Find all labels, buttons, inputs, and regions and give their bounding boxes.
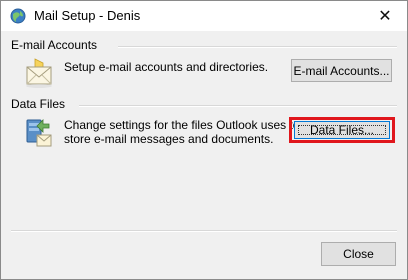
footer-divider: [11, 230, 397, 232]
email-accounts-button[interactable]: E-mail Accounts...: [291, 59, 392, 82]
data-files-group-label: Data Files: [11, 97, 66, 111]
close-button[interactable]: Close: [321, 242, 396, 266]
title-bar: Mail Setup - Denis ✕: [1, 1, 407, 31]
email-accounts-divider: [118, 46, 397, 48]
data-files-button[interactable]: Data Files...: [294, 121, 390, 139]
mail-envelope-icon: [23, 57, 55, 89]
close-icon: ✕: [378, 8, 392, 25]
data-files-description-line2: store e-mail messages and documents.: [64, 132, 274, 146]
outlook-globe-icon: [10, 8, 26, 24]
data-files-description-line1: Change settings for the files Outlook us…: [64, 118, 300, 132]
data-files-icon: [23, 116, 55, 150]
close-window-button[interactable]: ✕: [363, 1, 407, 31]
email-accounts-group-label: E-mail Accounts: [11, 38, 98, 52]
window-title: Mail Setup - Denis: [34, 8, 141, 23]
data-files-divider: [79, 105, 397, 107]
mail-setup-dialog: Mail Setup - Denis ✕ E-mail Accounts Set…: [0, 0, 408, 280]
email-accounts-description: Setup e-mail accounts and directories.: [64, 60, 269, 74]
